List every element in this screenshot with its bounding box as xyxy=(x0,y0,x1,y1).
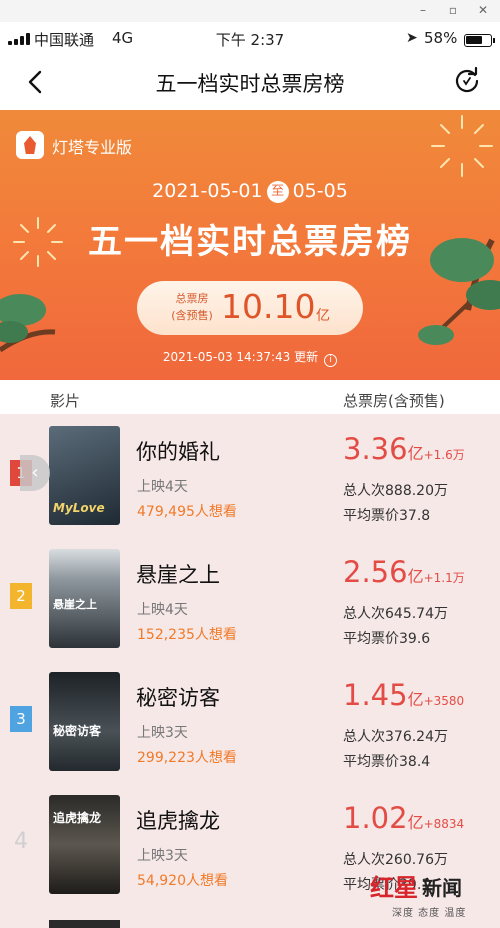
watermark-brand-red: 红星 xyxy=(370,873,418,902)
red-star-news-watermark: 红星 新闻 深度 态度 温度 xyxy=(364,868,494,924)
movie-poster[interactable]: 秘密访客 xyxy=(49,672,120,771)
date-end: 05-05 xyxy=(292,180,348,202)
release-days: 上映3天 xyxy=(137,725,188,741)
total-attendance: 总人次376.24万 xyxy=(343,729,448,745)
total-attendance: 总人次260.76万 xyxy=(343,852,448,868)
total-box-office-pill: 总票房 (含预售) 10.10 亿 xyxy=(137,281,363,335)
gross-unit: 亿 xyxy=(407,444,424,463)
want-to-see-count: 479,495人想看 xyxy=(137,504,237,520)
poster-text: 秘密访客 xyxy=(53,724,102,738)
poster-text: 追虎擒龙 xyxy=(53,811,102,825)
total-label: 总票房 xyxy=(175,292,209,305)
gross-delta: +3580 xyxy=(423,694,465,708)
release-days: 上映4天 xyxy=(137,479,188,495)
rank-badge: 3 xyxy=(10,706,32,732)
close-icon[interactable]: ✕ xyxy=(476,3,490,17)
movie-title[interactable]: 秘密访客 xyxy=(136,682,220,712)
gross-number: 1.45 xyxy=(343,678,408,712)
table-header: 影片 总票房(含预售) xyxy=(0,380,500,414)
release-days: 上映3天 xyxy=(137,848,188,864)
date-separator-badge: 至 xyxy=(266,181,289,203)
poster-text: 悬崖之上 xyxy=(53,598,97,611)
gross-delta: +1.1万 xyxy=(423,571,465,585)
average-price: 平均票价37.8 xyxy=(343,508,431,524)
status-bar: 中国联通 4G 下午 2:37 ➤ 58% xyxy=(0,22,500,56)
gross-delta: +8834 xyxy=(423,817,465,831)
brand-name: 灯塔专业版 xyxy=(52,138,133,157)
next-poster-peek xyxy=(49,920,120,928)
want-to-see-count: 152,235人想看 xyxy=(137,627,237,643)
date-range: 2021-05-01 至 05-05 xyxy=(0,180,500,203)
maximize-icon[interactable]: ▫ xyxy=(446,3,460,17)
movie-row[interactable]: 1 MyLove 你的婚礼 上映4天 479,495人想看 3.36亿+1.6万… xyxy=(0,414,500,537)
total-attendance: 总人次645.74万 xyxy=(343,606,448,622)
rank-badge: 4 xyxy=(14,829,28,854)
gross-unit: 亿 xyxy=(407,813,424,832)
nav-bar: 五一档实时总票房榜 xyxy=(0,56,500,110)
watermark-tagline: 深度 态度 温度 xyxy=(392,908,467,919)
gross-number: 3.36 xyxy=(343,432,408,466)
movie-row[interactable]: 2 悬崖之上 悬崖之上 上映4天 152,235人想看 2.56亿+1.1万 总… xyxy=(0,537,500,660)
movie-title[interactable]: 追虎擒龙 xyxy=(136,805,220,835)
update-time-text: 2021-05-03 14:37:43 更新 xyxy=(162,350,319,364)
want-to-see-count: 54,920人想看 xyxy=(137,873,228,889)
total-attendance: 总人次888.20万 xyxy=(343,483,448,499)
page-title: 五一档实时总票房榜 xyxy=(155,72,345,96)
dengta-logo-icon xyxy=(16,131,44,159)
info-icon[interactable]: i xyxy=(324,354,338,367)
release-days: 上映4天 xyxy=(137,602,188,618)
gross-value: 3.36亿+1.6万 xyxy=(343,432,465,466)
battery-icon xyxy=(464,34,495,47)
banner-title: 五一档实时总票房榜 xyxy=(88,222,412,262)
gross-value: 1.02亿+8834 xyxy=(343,801,464,835)
update-time: 2021-05-03 14:37:43 更新 i xyxy=(0,348,500,367)
minimize-icon[interactable]: – xyxy=(416,3,430,17)
location-icon: ➤ xyxy=(406,30,418,46)
total-value: 10.10 xyxy=(221,287,316,326)
gross-value: 1.45亿+3580 xyxy=(343,678,464,712)
battery-percent: 58% xyxy=(424,29,458,47)
movie-title[interactable]: 你的婚礼 xyxy=(136,436,220,466)
gross-value: 2.56亿+1.1万 xyxy=(343,555,465,589)
total-label-presale: (含预售) xyxy=(171,309,213,322)
refresh-icon[interactable] xyxy=(452,66,482,96)
movie-row[interactable]: 3 秘密访客 秘密访客 上映3天 299,223人想看 1.45亿+3580 总… xyxy=(0,660,500,783)
movie-title[interactable]: 悬崖之上 xyxy=(136,559,220,589)
poster-text: MyLove xyxy=(53,501,105,515)
want-to-see-count: 299,223人想看 xyxy=(137,750,237,766)
average-price: 平均票价39.6 xyxy=(343,631,431,647)
gross-unit: 亿 xyxy=(407,567,424,586)
movie-poster[interactable]: 追虎擒龙 xyxy=(49,795,120,894)
movie-poster[interactable]: MyLove xyxy=(49,426,120,525)
rank-badge: 2 xyxy=(10,583,32,609)
date-start: 2021-05-01 xyxy=(152,180,263,202)
gross-number: 1.02 xyxy=(343,801,408,835)
column-gross[interactable]: 总票房(含预售) xyxy=(343,390,445,411)
column-film: 影片 xyxy=(50,392,81,410)
watermark-brand-black: 新闻 xyxy=(422,876,462,900)
gross-delta: +1.6万 xyxy=(423,448,465,462)
gross-number: 2.56 xyxy=(343,555,408,589)
browser-chrome: – ▫ ✕ xyxy=(0,0,500,22)
average-price: 平均票价38.4 xyxy=(343,754,431,770)
gross-unit: 亿 xyxy=(407,690,424,709)
total-unit: 亿 xyxy=(316,308,330,324)
movie-list: 1 MyLove 你的婚礼 上映4天 479,495人想看 3.36亿+1.6万… xyxy=(0,414,500,928)
summary-banner: 灯塔专业版 2021-05-01 至 05-05 五一档实时总票房榜 总票房 (含预… xyxy=(0,110,500,380)
movie-poster[interactable]: 悬崖之上 xyxy=(49,549,120,648)
